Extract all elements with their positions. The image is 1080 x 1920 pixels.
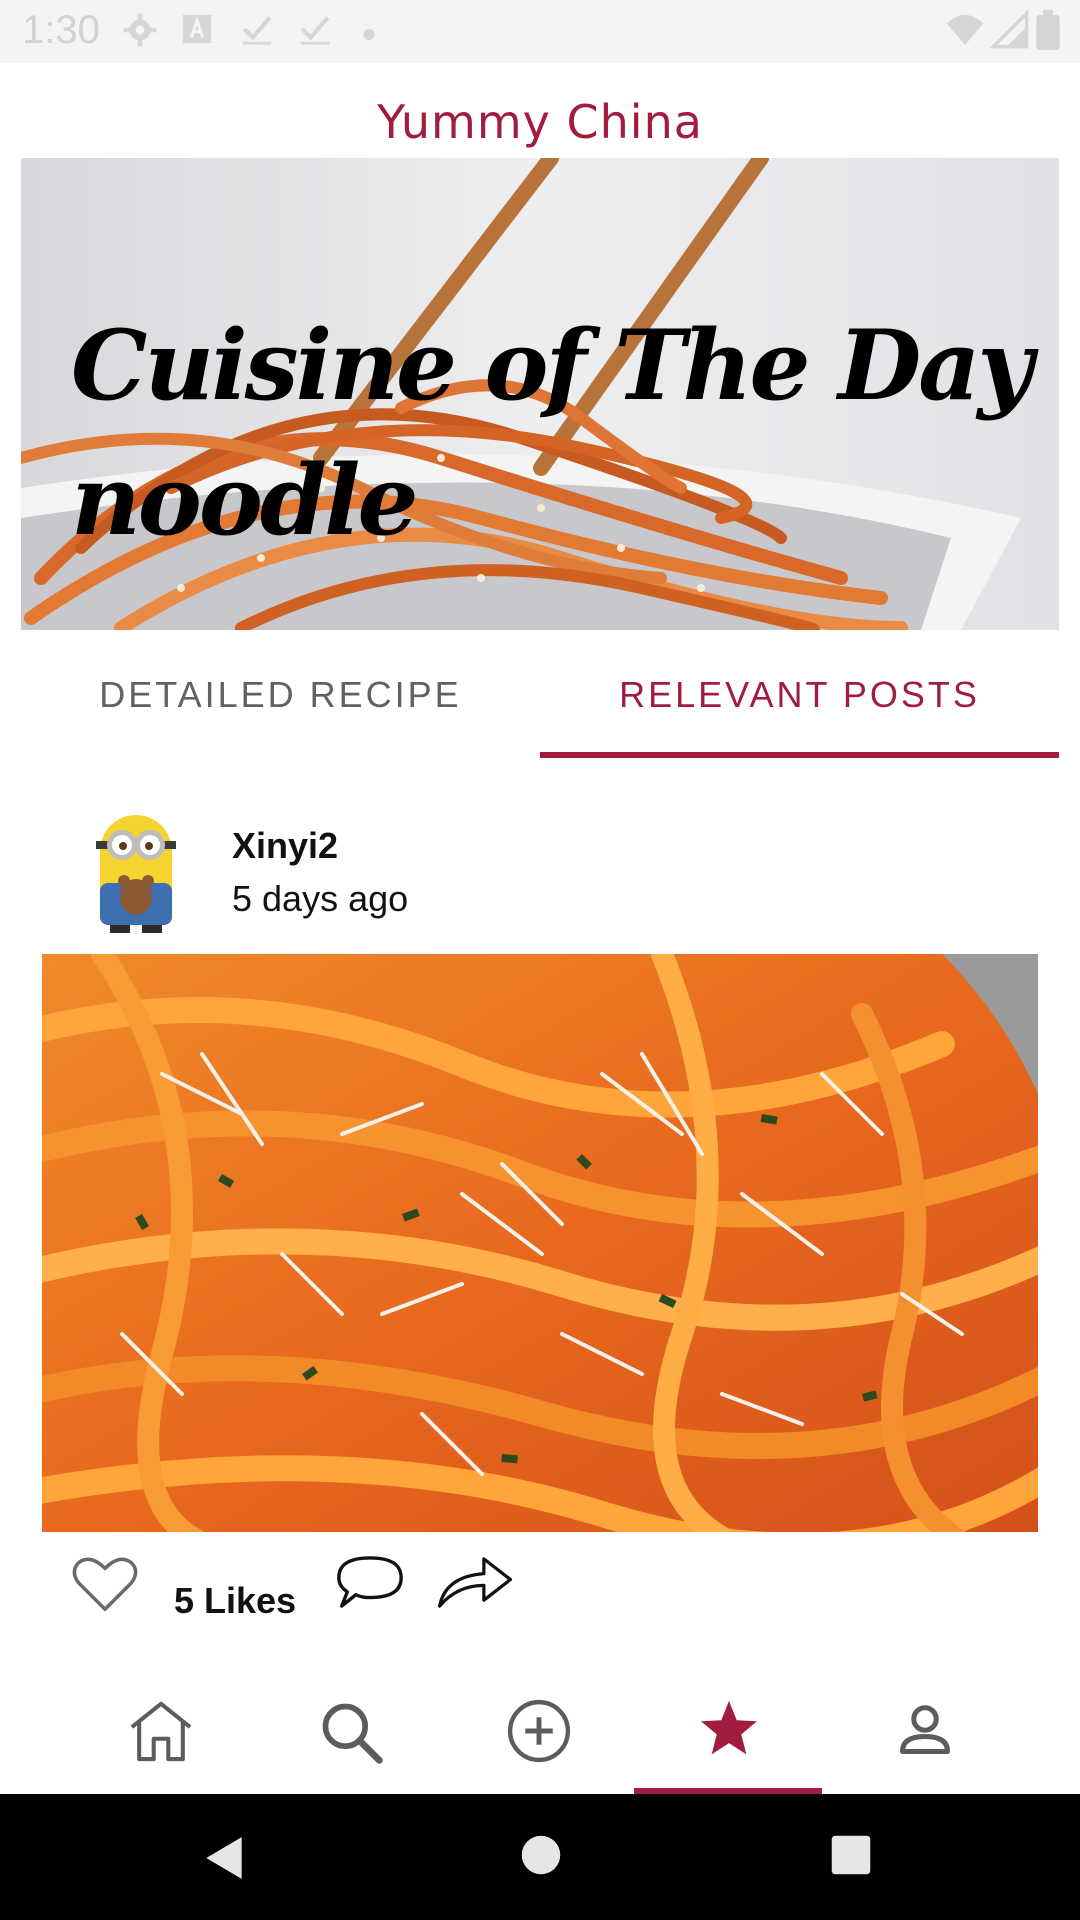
tab-relevant-posts[interactable]: RELEVANT POSTS xyxy=(540,640,1059,758)
like-heart-icon[interactable] xyxy=(70,1550,140,1616)
avatar[interactable] xyxy=(86,805,186,935)
nav-favorites[interactable] xyxy=(634,1680,824,1794)
likes-count: 5 Likes xyxy=(174,1580,297,1621)
share-icon[interactable] xyxy=(436,1550,514,1612)
recents-icon[interactable] xyxy=(830,1834,872,1876)
back-icon[interactable] xyxy=(200,1832,250,1884)
text-a-icon xyxy=(182,14,212,44)
checkmark-icon xyxy=(300,16,330,45)
hero-dish-name: noodle xyxy=(71,444,419,557)
noodle-post-photo xyxy=(42,954,1038,1532)
wifi-icon xyxy=(946,15,984,45)
hero-title: Cuisine of The Day xyxy=(71,309,1033,422)
gear-icon xyxy=(123,13,157,47)
status-time: 1:30 xyxy=(22,8,100,52)
home-icon xyxy=(130,1701,192,1762)
system-navigation-bar xyxy=(0,1794,1080,1920)
nav-home[interactable] xyxy=(66,1680,256,1794)
checkmark-icon xyxy=(242,16,272,45)
cuisine-of-the-day-banner[interactable]: Cuisine of The Day noodle xyxy=(21,158,1059,630)
bottom-navigation xyxy=(0,1680,1080,1794)
signal-icon xyxy=(990,10,1029,49)
comment-icon[interactable] xyxy=(336,1552,404,1612)
post-image[interactable] xyxy=(42,954,1038,1532)
dot-icon xyxy=(363,29,375,41)
tab-selected-indicator xyxy=(540,752,1059,758)
search-icon xyxy=(322,1703,383,1764)
nav-search[interactable] xyxy=(256,1680,446,1794)
post-username[interactable]: Xinyi2 xyxy=(232,825,338,867)
profile-icon xyxy=(900,1705,950,1754)
app-title: Yummy China xyxy=(377,95,703,149)
star-icon xyxy=(701,1701,757,1755)
home-circle-icon[interactable] xyxy=(520,1834,562,1876)
post-timestamp: 5 days ago xyxy=(232,878,409,919)
tab-bar: DETAILED RECIPE RELEVANT POSTS xyxy=(21,640,1059,758)
battery-icon xyxy=(1036,10,1060,50)
nav-profile[interactable] xyxy=(830,1680,1020,1794)
hero-caption: Cuisine of The Day noodle xyxy=(71,298,1033,568)
nav-add-post[interactable] xyxy=(444,1680,634,1794)
add-circle-icon xyxy=(507,1699,571,1763)
status-bar: 1:30 xyxy=(0,0,1080,63)
tab-detailed-recipe[interactable]: DETAILED RECIPE xyxy=(21,640,540,758)
